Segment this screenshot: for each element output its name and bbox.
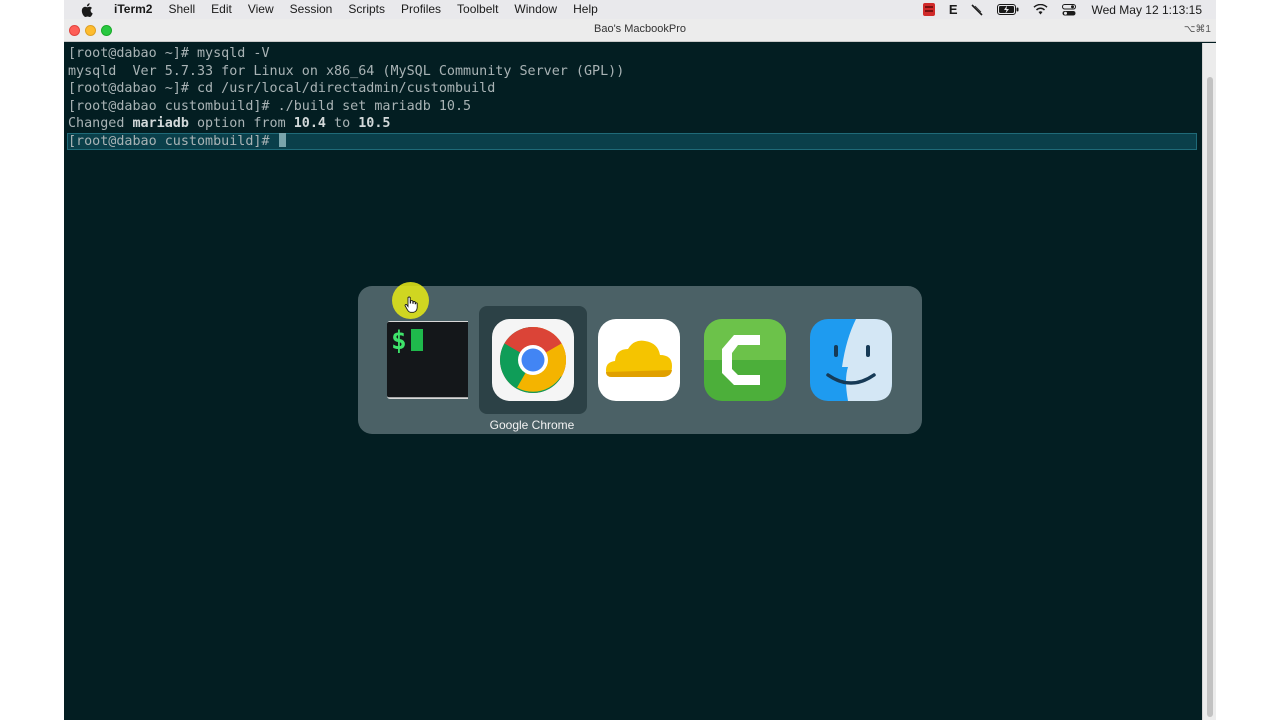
svg-text:$: $ <box>391 326 407 356</box>
google-chrome-icon <box>492 319 574 401</box>
menu-edit[interactable]: Edit <box>203 0 240 19</box>
app-switcher-item-iterm2[interactable]: $ <box>373 306 481 414</box>
terminal-prompt-line[interactable]: [root@dabao custombuild]# <box>68 133 286 151</box>
hand-cursor-icon <box>404 296 418 313</box>
app-switcher-selected-label: Google Chrome <box>489 418 575 432</box>
menu-session[interactable]: Session <box>282 0 341 19</box>
package-name: mariadb <box>132 116 189 132</box>
terminal-scrollbar[interactable] <box>1202 43 1216 720</box>
menu-shell[interactable]: Shell <box>160 0 203 19</box>
menu-clock[interactable]: Wed May 12 1:13:15 <box>1091 3 1202 17</box>
text-cursor <box>278 133 286 147</box>
finder-icon <box>810 319 892 401</box>
app-switcher-item-camtasia[interactable] <box>691 306 799 414</box>
app-switcher-item-finder[interactable] <box>797 306 905 414</box>
app-switcher-item-google-chrome[interactable] <box>479 306 587 414</box>
iterm2-icon: $ <box>386 321 468 399</box>
menu-help[interactable]: Help <box>565 0 606 19</box>
terminal-prompt: [root@dabao custombuild]# <box>68 134 278 149</box>
wifi-icon[interactable] <box>1033 4 1049 15</box>
terminal-line: [root@dabao ~]# cd /usr/local/directadmi… <box>68 81 496 97</box>
pen-icon[interactable] <box>971 3 984 16</box>
changed-prefix: Changed <box>68 116 133 132</box>
menu-window[interactable]: Window <box>506 0 565 19</box>
battery-icon[interactable] <box>997 4 1019 15</box>
terminal-line: mysqld Ver 5.7.33 for Linux on x86_64 (M… <box>68 63 625 79</box>
old-version: 10.4 <box>293 116 326 132</box>
menu-profiles[interactable]: Profiles <box>393 0 449 19</box>
menu-bar: iTerm2 Shell Edit View Session Scripts P… <box>64 0 1216 19</box>
terminal-line-changed: Changed mariadb option from 10.4 to 10.5 <box>68 115 391 133</box>
app-switcher: $ Google Chrome <box>358 286 922 434</box>
record-icon[interactable] <box>922 3 935 16</box>
menu-app-name[interactable]: iTerm2 <box>106 0 160 19</box>
changed-middle: option from <box>188 116 294 132</box>
terminal-line: [root@dabao ~]# mysqld -V <box>68 46 270 61</box>
menu-scripts[interactable]: Scripts <box>340 0 393 19</box>
control-center-icon[interactable] <box>1062 3 1077 16</box>
scrollbar-thumb[interactable] <box>1207 77 1213 717</box>
cloud-app-icon <box>598 319 680 401</box>
changed-to: to <box>326 116 359 132</box>
app-switcher-item-cloud-app[interactable] <box>585 306 693 414</box>
window-titlebar[interactable]: Bao's MacbookPro ⌥⌘1 <box>64 19 1216 42</box>
terminal-line: [root@dabao custombuild]# ./build set ma… <box>68 98 472 114</box>
input-source-indicator[interactable]: E <box>949 2 958 17</box>
status-area: E Wed May 12 1:13:15 <box>916 0 1216 19</box>
camtasia-icon <box>704 319 786 401</box>
window-shortcut: ⌥⌘1 <box>1183 24 1211 35</box>
menu-view[interactable]: View <box>240 0 282 19</box>
window-title: Bao's MacbookPro <box>594 23 686 35</box>
menu-toolbelt[interactable]: Toolbelt <box>449 0 506 19</box>
new-version: 10.5 <box>358 116 391 132</box>
apple-menu-icon[interactable] <box>81 2 97 17</box>
